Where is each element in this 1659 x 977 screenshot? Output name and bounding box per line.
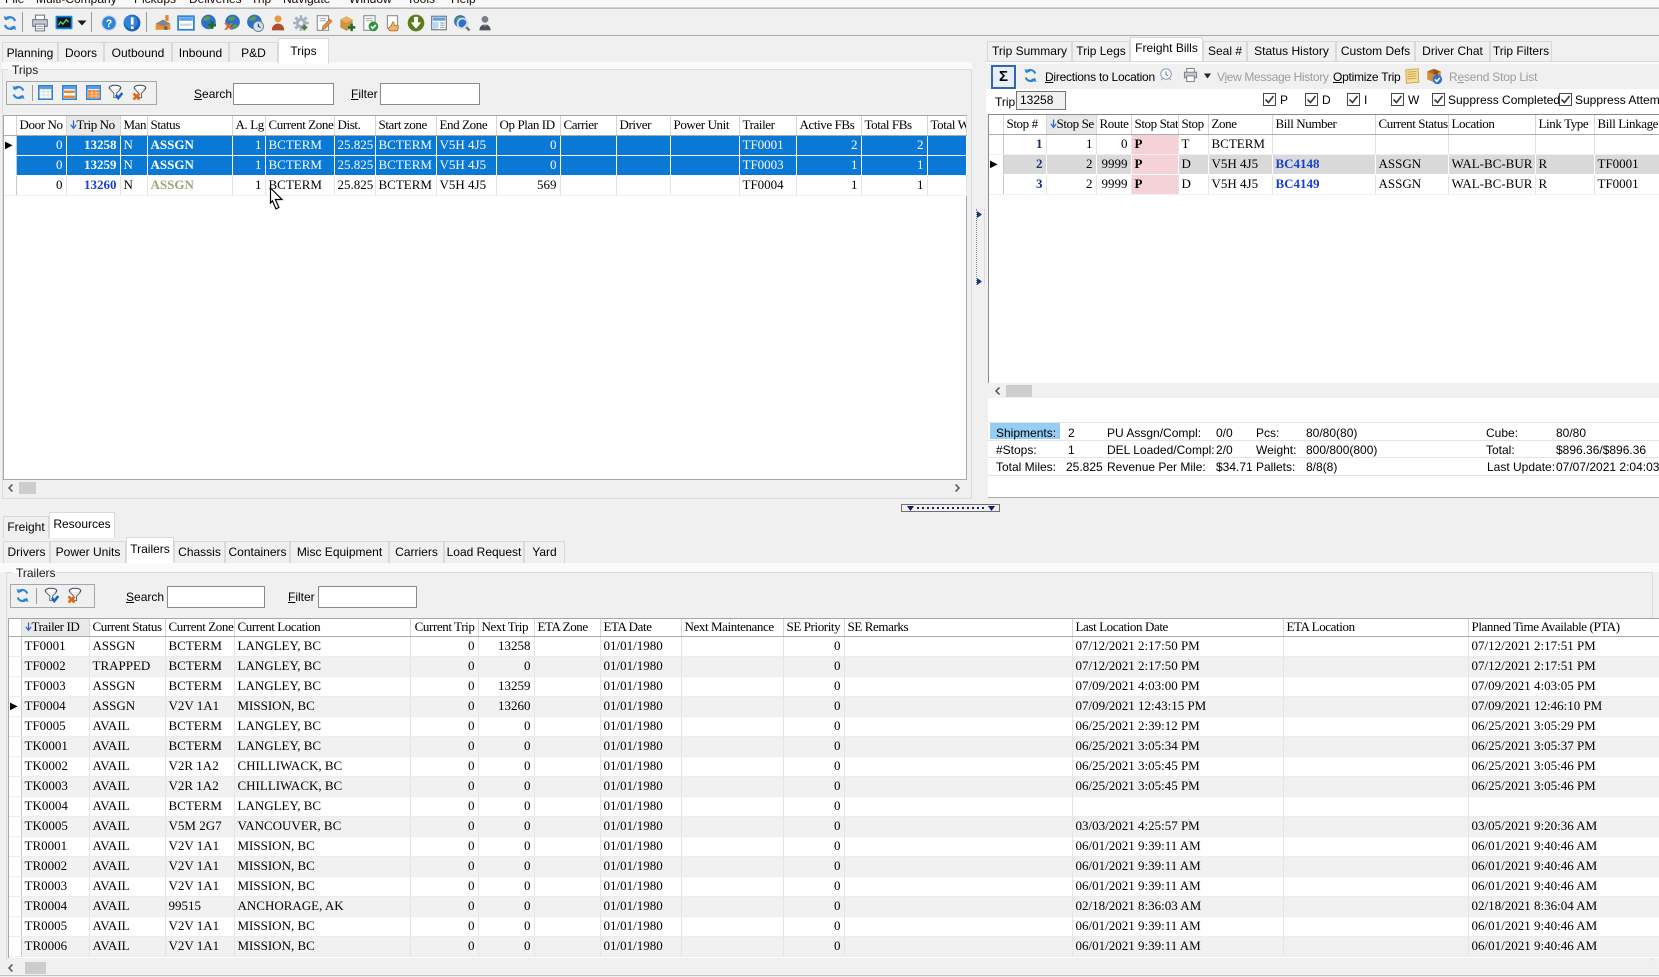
svg-text:?: ? [106,18,113,30]
